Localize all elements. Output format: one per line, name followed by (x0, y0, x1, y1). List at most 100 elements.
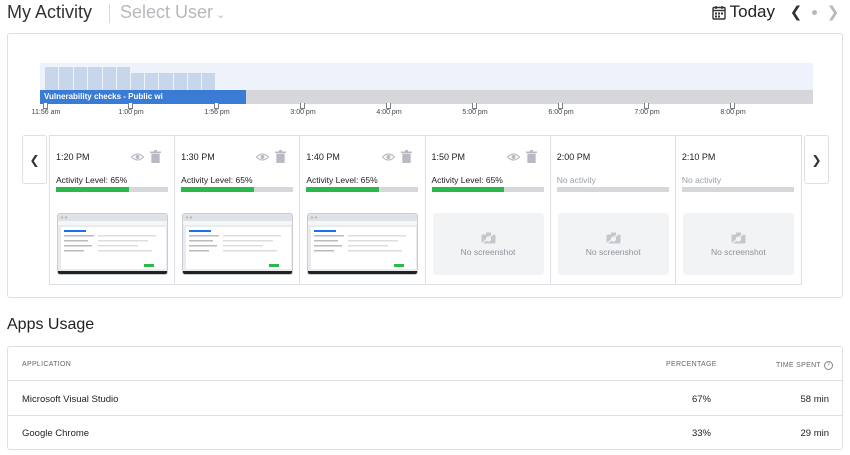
activity-slot: 1:40 PM Activity Level: 65% (300, 136, 426, 284)
camera-off-icon (606, 231, 621, 244)
timeline-activity-block (117, 67, 131, 90)
timeline-activity-block (88, 67, 103, 90)
slot-time: 2:10 PM (681, 152, 716, 162)
header-divider (109, 4, 110, 23)
select-user-label: Select User (120, 2, 214, 22)
timeline-tick-label: 1:56 pm (204, 109, 230, 116)
help-icon[interactable]: ? (824, 361, 834, 370)
slot-activity-level: Activity Level: 65% (431, 175, 503, 185)
select-user-dropdown[interactable]: Select User ⌄ (120, 2, 225, 23)
timeline-task-label: Vulnerability checks - Public wi (44, 92, 163, 101)
slot-activity-level: No activity (556, 175, 596, 185)
timeline-activity-block (188, 73, 202, 90)
no-screenshot-label: No screenshot (460, 246, 516, 257)
app-percentage: 67% (691, 394, 711, 405)
page-header: My Activity Select User ⌄ Today ❮ ❯ (0, 0, 850, 26)
eye-icon[interactable] (131, 152, 145, 162)
no-screenshot-label: No screenshot (710, 246, 766, 257)
trash-icon[interactable] (275, 150, 287, 163)
column-header-percentage[interactable]: PERCENTAGE (666, 361, 717, 368)
no-screenshot-label: No screenshot (585, 246, 641, 257)
slot-time: 1:30 PM (181, 152, 215, 162)
camera-off-icon (731, 231, 746, 244)
timeline-activity-block (145, 73, 159, 90)
slot-time: 2:00 PM (556, 152, 591, 162)
activity-level-bar (306, 187, 419, 192)
activity-level-fill (431, 187, 505, 192)
app-percentage: 33% (691, 428, 711, 439)
table-row[interactable]: Google Chrome 33% 29 min (8, 416, 842, 450)
timeline-tick-label: 1:00 pm (118, 109, 144, 116)
previous-slots-button[interactable]: ❮ (22, 135, 47, 184)
date-label[interactable]: Today (730, 2, 775, 22)
activity-timeline[interactable]: Vulnerability checks - Public wi 11:56 a… (32, 63, 813, 133)
activity-card: Vulnerability checks - Public wi 11:56 a… (7, 33, 843, 298)
activity-level-bar (681, 187, 794, 192)
trash-icon[interactable] (400, 150, 412, 163)
timeline-tick-label: 6:00 pm (548, 109, 574, 116)
activity-slot: 1:50 PM Activity Level: 65% No screensho… (426, 136, 551, 284)
timeline-tick-label: 5:00 pm (462, 109, 488, 116)
timeline-tick-label: 7:00 pm (634, 109, 660, 116)
eye-icon[interactable] (256, 152, 270, 162)
activity-slot: 2:10 PM No activity No screenshot (676, 136, 801, 284)
screenshot-preview (183, 214, 293, 274)
timeline-activity-block (174, 73, 188, 90)
app-name: Microsoft Visual Studio (22, 394, 119, 405)
slot-activity-level: Activity Level: 65% (56, 175, 128, 185)
timeline-activity-block (45, 67, 59, 90)
timeline-activity-block (74, 67, 88, 90)
screenshot-thumbnail[interactable] (307, 213, 419, 275)
activity-slot: 1:20 PM Activity Level: 65% (50, 136, 176, 284)
chevron-down-icon: ⌄ (216, 8, 226, 21)
activity-slot: 1:30 PM Activity Level: 65% (175, 136, 301, 284)
activity-slot: 2:00 PM No activity No screenshot (551, 136, 676, 284)
timeline-activity-block (59, 67, 74, 90)
screenshot-thumbnail[interactable] (57, 213, 168, 275)
next-slots-button[interactable]: ❯ (804, 135, 829, 184)
slot-activity-level: Activity Level: 65% (181, 175, 253, 185)
table-row[interactable]: Microsoft Visual Studio 67% 58 min (8, 382, 842, 416)
timeline-tick-label: 3:00 pm (290, 109, 316, 116)
timeline-activity-block (103, 67, 117, 90)
slot-time: 1:20 PM (56, 152, 90, 162)
app-time-spent: 29 min (800, 428, 829, 439)
app-time-spent: 58 min (800, 394, 829, 405)
activity-level-bar (556, 187, 669, 192)
previous-day-button[interactable]: ❮ (789, 3, 803, 21)
timeline-tick-label: 4:00 pm (376, 109, 402, 116)
calendar-icon[interactable] (711, 5, 726, 20)
time-spent-label: TIME SPENT (776, 362, 822, 369)
trash-icon[interactable] (525, 150, 537, 163)
timeline-activity-block (159, 73, 174, 90)
slot-time: 1:50 PM (431, 152, 466, 162)
table-header: APPLICATION PERCENTAGE TIME SPENT ? (8, 347, 842, 381)
date-navigation: Today ❮ ❯ (711, 2, 840, 22)
apps-usage-title: Apps Usage (7, 316, 95, 333)
eye-icon[interactable] (506, 152, 520, 162)
no-screenshot-placeholder: No screenshot (557, 213, 669, 275)
screenshot-preview (58, 214, 167, 274)
activity-level-bar (181, 187, 294, 192)
timeline-activity-block (202, 73, 216, 90)
screenshot-preview (308, 214, 418, 274)
no-screenshot-placeholder: No screenshot (682, 213, 794, 275)
current-day-dot[interactable] (812, 9, 817, 15)
activity-slots: 1:20 PM Activity Level: 65% 1:30 PM Acti… (49, 135, 802, 285)
activity-level-fill (56, 187, 129, 192)
slot-activity-level: Activity Level: 65% (306, 175, 378, 185)
column-header-time-spent[interactable]: TIME SPENT ? (776, 361, 834, 370)
timeline-tick-label: 11:56 am (31, 109, 61, 116)
camera-off-icon (481, 231, 496, 244)
slot-time: 1:40 PM (306, 152, 340, 162)
eye-icon[interactable] (381, 152, 395, 162)
activity-level-bar (56, 187, 168, 192)
next-day-button[interactable]: ❯ (826, 3, 840, 21)
app-name: Google Chrome (22, 428, 90, 439)
activity-level-fill (306, 187, 380, 192)
column-header-application[interactable]: APPLICATION (22, 361, 71, 368)
screenshot-thumbnail[interactable] (182, 213, 294, 275)
trash-icon[interactable] (150, 150, 162, 163)
no-screenshot-placeholder: No screenshot (432, 213, 544, 275)
timeline-activity-block (131, 73, 145, 90)
